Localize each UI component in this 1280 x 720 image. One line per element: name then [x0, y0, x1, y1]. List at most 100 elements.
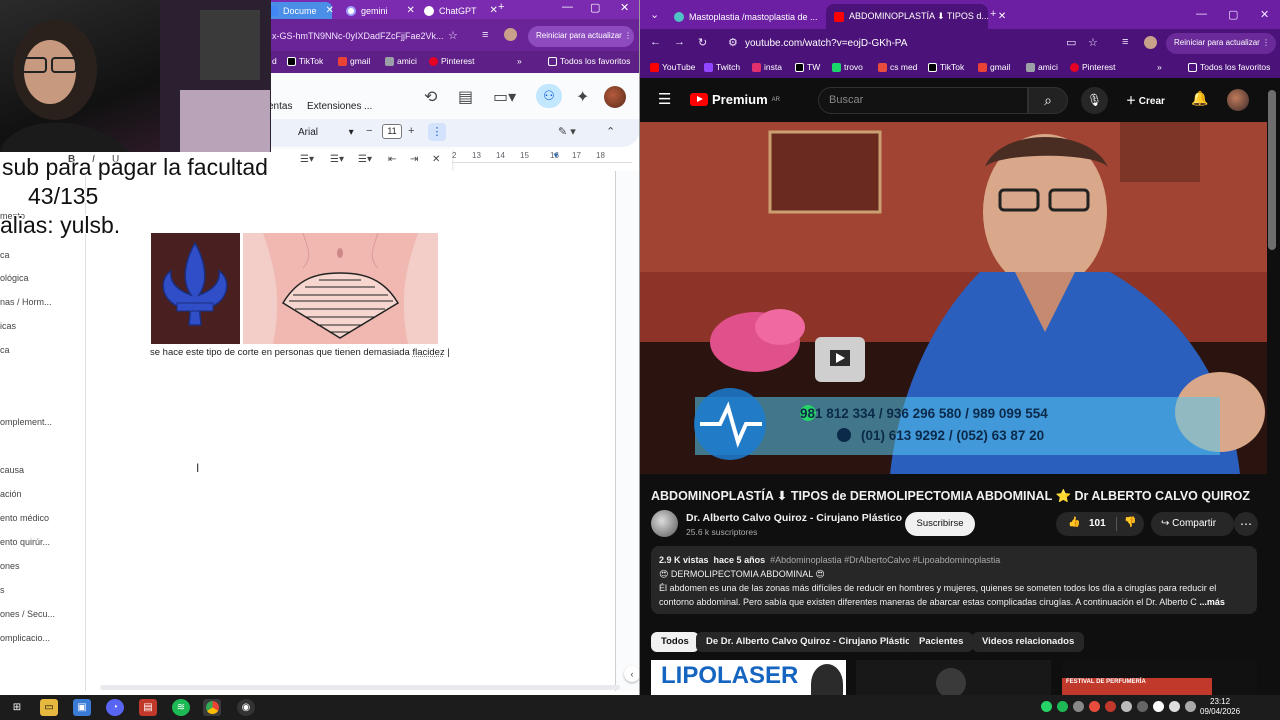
ruler[interactable]: 2 13 14 15 ▼ 16 17 18 [452, 149, 632, 163]
outline-item[interactable]: causa [0, 465, 24, 475]
menu-tools[interactable]: entas [268, 101, 292, 112]
back-icon[interactable]: ← [650, 36, 661, 48]
comment-icon[interactable]: ▤ [458, 87, 473, 107]
outline-item[interactable]: ones / Secu... [0, 609, 55, 619]
chip-all[interactable]: Todos [651, 632, 699, 652]
tray-icon[interactable] [1073, 701, 1084, 712]
all-bookmarks[interactable]: Todos los favoritos [1188, 62, 1270, 72]
spotify-tray-icon[interactable] [1057, 701, 1068, 712]
star-icon[interactable]: ☆ [1088, 36, 1098, 49]
volume-icon[interactable] [1169, 701, 1180, 712]
bookmark-trovo[interactable]: trovo [832, 62, 863, 72]
tab-document[interactable]: Docume ✕ [262, 2, 334, 19]
chip-channel[interactable]: De Dr. Alberto Calvo Quiroz - Cirujano P… [696, 632, 927, 652]
channel-name[interactable]: Dr. Alberto Calvo Quiroz - Cirujano Plás… [686, 512, 902, 524]
search-input[interactable]: Buscar [818, 87, 1028, 114]
chevron-up-icon[interactable]: ⌃ [606, 125, 615, 138]
abdomen-diagram-image[interactable] [243, 233, 438, 344]
meet-icon[interactable]: ▭▾ [493, 87, 516, 107]
chevron-left-icon[interactable]: ‹ [624, 666, 639, 682]
increase-indent-icon[interactable]: ⇥ [410, 154, 418, 165]
chrome-icon[interactable] [203, 699, 221, 716]
mic-icon[interactable]: 🎙 [1081, 87, 1108, 114]
media-icon[interactable]: ≡ [1122, 36, 1128, 48]
history-icon[interactable]: ⟲ [424, 87, 437, 107]
system-clock[interactable]: 23:12 09/04/2026 [1200, 697, 1240, 717]
thumbs-up-icon[interactable]: 👍 [1068, 517, 1080, 528]
all-bookmarks[interactable]: Todos los favoritos [548, 56, 630, 66]
close-icon[interactable]: ✕ [407, 5, 415, 16]
close-icon[interactable]: ✕ [490, 5, 498, 16]
star-icon[interactable]: ☆ [448, 29, 458, 42]
outline-item[interactable]: ológica [0, 273, 29, 283]
tab-mastoplastia[interactable]: Mastoplastia /mastoplastia de ... ✕ [666, 4, 835, 29]
related-video-thumbnail[interactable]: LIPOLASER [651, 660, 846, 695]
create-button[interactable]: ＋ Crear [1126, 92, 1165, 107]
bookmark-tiktok[interactable]: TikTok [928, 62, 964, 72]
tray-icon[interactable] [1105, 701, 1116, 712]
app-icon[interactable]: ▤ [139, 699, 157, 716]
tray-icon[interactable] [1121, 701, 1132, 712]
tray-icon[interactable] [1137, 701, 1148, 712]
menu-extensions[interactable]: Extensiones [307, 101, 361, 112]
document-paragraph[interactable]: se hace este tipo de corte en personas q… [150, 347, 450, 358]
tray-icon[interactable] [1089, 701, 1100, 712]
tab-search-icon[interactable]: ⌄ [650, 8, 659, 21]
bookmark-youtube[interactable]: YouTube [650, 62, 695, 72]
more-options-icon[interactable]: ⋯ [1234, 512, 1258, 536]
whatsapp-tray-icon[interactable] [1041, 701, 1052, 712]
outline-item[interactable]: icas [0, 321, 16, 331]
update-button[interactable]: Reiniciar para actualizar ⋮ [528, 26, 634, 47]
outline-item[interactable]: ento quirúr... [0, 537, 50, 547]
site-info-icon[interactable]: ⚙ [728, 36, 738, 49]
discord-icon[interactable]: ◔ [106, 699, 124, 716]
more-options-icon[interactable]: ⋮ [428, 123, 446, 141]
search-icon[interactable]: ⌕ [1028, 87, 1068, 114]
bullet-list-icon[interactable]: ☰▾ [330, 154, 344, 165]
outline-item[interactable]: ento médico [0, 513, 49, 523]
url-text[interactable]: youtube.com/watch?v=eojD-GKh-PA [745, 38, 907, 49]
new-tab-icon[interactable]: + [990, 8, 996, 20]
font-select[interactable]: Arial ▾ [298, 127, 354, 138]
show-more-link[interactable]: ...más [1199, 597, 1225, 607]
outline-item[interactable]: s [0, 585, 5, 595]
horizontal-scrollbar[interactable] [100, 685, 620, 690]
outline-item[interactable]: ca [0, 250, 10, 260]
bookmark-tw[interactable]: TW [795, 62, 820, 72]
close-icon[interactable]: ✕ [998, 11, 1006, 22]
bookmark-pinterest[interactable]: Pinterest [1070, 62, 1116, 72]
minimize-icon[interactable]: — [1196, 8, 1207, 20]
close-window-icon[interactable]: ✕ [620, 1, 629, 14]
store-icon[interactable]: ▣ [73, 699, 91, 716]
document-page[interactable]: se hace este tipo de corte en personas q… [86, 171, 616, 691]
tab-gemini[interactable]: gemini ✕ [340, 2, 415, 19]
outline-item[interactable]: omplement... [0, 417, 52, 427]
avatar[interactable] [604, 86, 626, 108]
bookmark-gmail[interactable]: gmail [978, 62, 1010, 72]
fleur-de-lis-image[interactable] [151, 233, 240, 344]
media-icon[interactable]: ≡ [482, 29, 488, 41]
tab-chatgpt[interactable]: ChatGPT ✕ [418, 2, 498, 19]
bookmark-pinterest[interactable]: Pinterest [429, 56, 475, 66]
share-button[interactable]: ↪ Compartir [1151, 512, 1234, 536]
outline-item[interactable]: omplicacio... [0, 633, 50, 643]
tab-abdominoplastia[interactable]: ABDOMINOPLASTÍA ⬇ TIPOS d... ✕ [826, 4, 1006, 29]
close-window-icon[interactable]: ✕ [1260, 8, 1269, 21]
outline-item[interactable]: ca [0, 345, 10, 355]
related-video-thumbnail[interactable]: FESTIVAL DE PERFUMERÍA [1062, 660, 1257, 695]
url-text[interactable]: x-GS-hmTN9NNc-0yIXDadFZcFjjFae2Vk... [272, 31, 444, 41]
description-box[interactable]: 2.9 K vistas hace 5 años #Abdominoplasti… [651, 546, 1257, 614]
share-icon[interactable]: ⚇ [536, 84, 562, 108]
bookmark-twitch[interactable]: Twitch [704, 62, 740, 72]
decrease-font-icon[interactable]: − [366, 125, 372, 137]
menu-icon[interactable]: ☰ [658, 90, 671, 108]
minimize-icon[interactable]: — [562, 1, 573, 13]
network-icon[interactable] [1153, 701, 1164, 712]
page-scrollbar[interactable] [1268, 90, 1276, 250]
bell-icon[interactable]: 🔔 [1191, 90, 1208, 107]
outline-item[interactable]: ones [0, 561, 20, 571]
clear-format-icon[interactable]: ✕ [432, 154, 440, 165]
bookmark-amici[interactable]: amici [385, 56, 417, 66]
avatar[interactable] [1227, 89, 1249, 111]
close-icon[interactable]: ✕ [326, 5, 334, 16]
